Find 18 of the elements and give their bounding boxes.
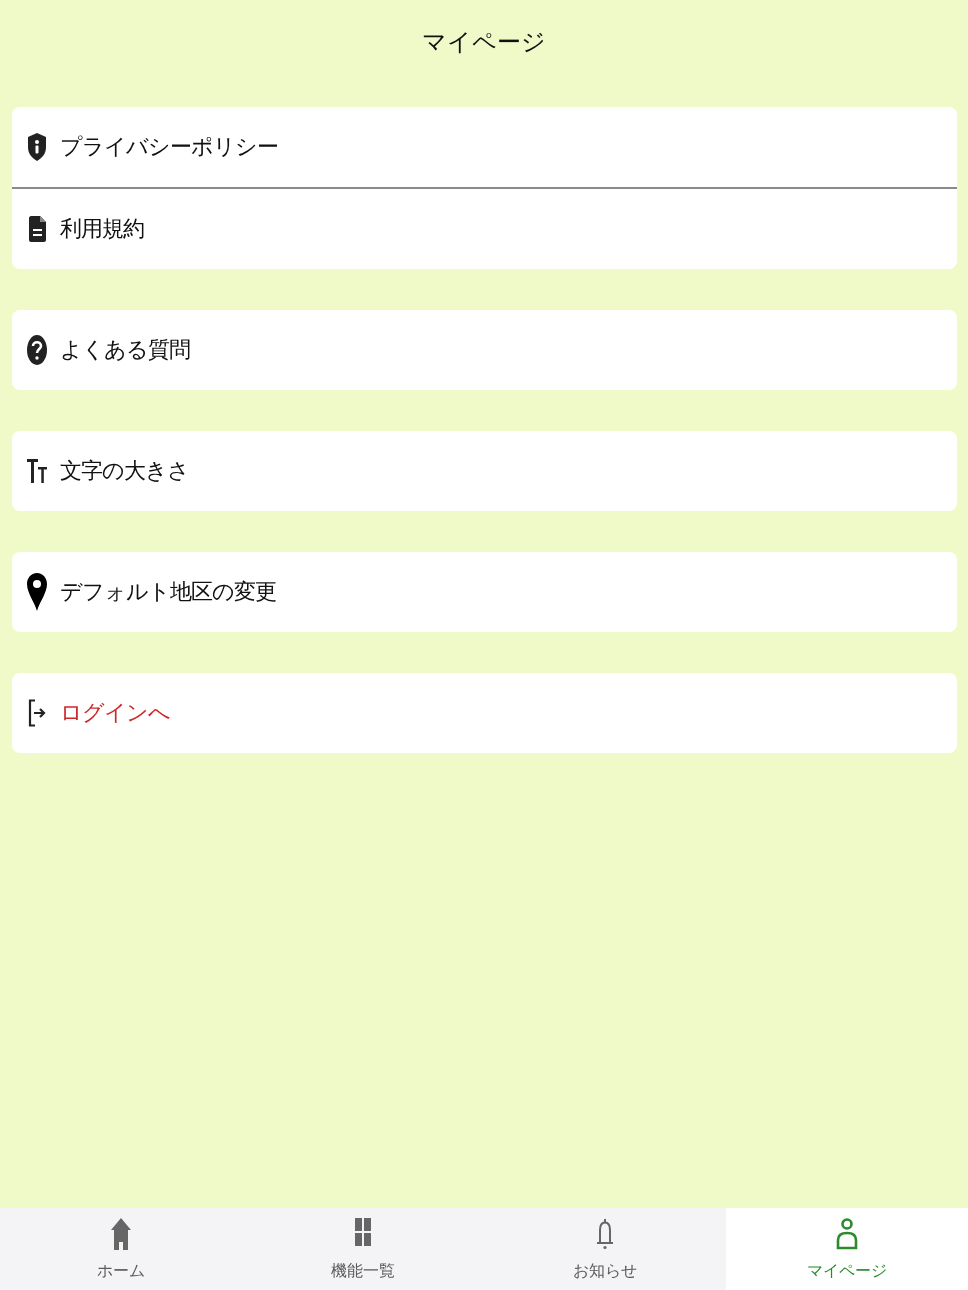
page-title: マイページ — [422, 27, 546, 58]
menu-item[interactable]: 文字の大きさ — [12, 431, 957, 511]
home-icon — [111, 1218, 131, 1250]
menu-item[interactable]: プライバシーポリシー — [12, 107, 957, 187]
text-size-icon — [27, 459, 47, 483]
menu-item[interactable]: デフォルト地区の変更 — [12, 552, 957, 632]
bell-icon — [596, 1218, 614, 1250]
nav-tab[interactable]: マイページ — [726, 1208, 968, 1290]
menu-item[interactable]: ログインへ — [12, 673, 957, 753]
shield-info-icon — [28, 133, 46, 161]
menu-item[interactable]: よくある質問 — [12, 310, 957, 390]
grid-icon — [355, 1218, 371, 1246]
question-circle-icon — [27, 335, 47, 365]
sign-in-arrow-icon — [28, 699, 46, 727]
document-icon — [28, 216, 46, 242]
menu-item[interactable]: 利用規約 — [12, 189, 957, 269]
map-pin-icon — [27, 573, 47, 611]
person-icon — [836, 1218, 858, 1250]
